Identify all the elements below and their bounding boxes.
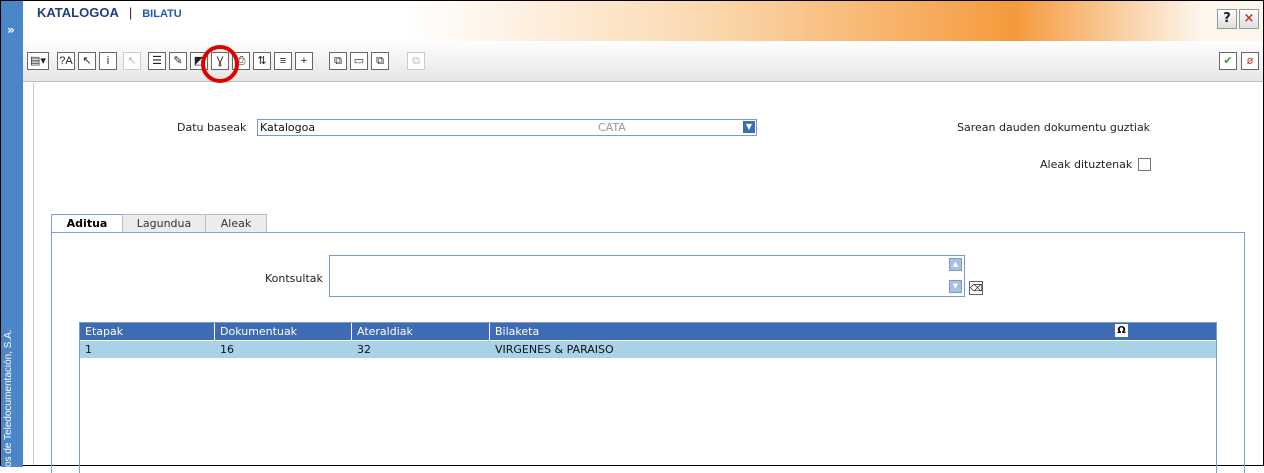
toolbar: ▤▾ ?A ↖ i ↖ ☰ ✎ ◩ Ɣ ⎙ ⇅ ≡ + ⧉ ▭ ⧉ ⧉ ✔ ø — [23, 41, 1263, 83]
close-button[interactable]: × — [1239, 9, 1259, 29]
sort-button[interactable]: ⇅ — [253, 52, 271, 70]
column-chooser-icon[interactable]: Ω — [1115, 324, 1128, 337]
add-button[interactable]: + — [295, 52, 313, 70]
table-header: Etapak Dokumentuak Ateraldiak Bilaketa Ω — [80, 323, 1216, 340]
vendor-text: os de Teledocumentación, S.A. — [3, 329, 14, 467]
col-etapak[interactable]: Etapak — [85, 325, 123, 338]
paste-button[interactable]: ⧉ — [371, 52, 389, 70]
annotation-circle — [201, 45, 239, 83]
app-window: » os de Teledocumentación, S.A. KATALOGO… — [0, 0, 1264, 473]
info-button[interactable]: i — [99, 52, 117, 70]
cell-etapak: 1 — [85, 343, 92, 356]
cancel-button[interactable]: ø — [1241, 52, 1259, 70]
title-separator: | — [128, 5, 133, 20]
pointer-button[interactable]: ↖ — [78, 52, 96, 70]
edit-button[interactable]: ✎ — [169, 52, 187, 70]
window-button[interactable]: ▭ — [350, 52, 368, 70]
scroll-down-icon[interactable]: ▼ — [949, 280, 962, 293]
clear-query-icon[interactable]: ⌫ — [969, 281, 983, 295]
chevron-down-icon[interactable]: ▼ — [743, 121, 755, 133]
select-button[interactable]: ↖ — [123, 52, 141, 70]
tab-aleak[interactable]: Aleak — [205, 214, 267, 233]
copy-button[interactable]: ⧉ — [329, 52, 347, 70]
window-title: KATALOGOA | BILATU — [37, 5, 182, 20]
view-options-button[interactable]: ▤▾ — [27, 52, 49, 70]
table-row[interactable]: 1 16 32 VIRGENES & PARAISO — [80, 341, 1216, 358]
database-select[interactable]: Katalogoa CATA ▼ — [257, 119, 757, 136]
aleak-checkbox[interactable] — [1138, 158, 1151, 171]
expand-panel-icon[interactable]: » — [7, 23, 15, 37]
col-ateraldiak[interactable]: Ateraldiak — [357, 325, 413, 338]
database-value: Katalogoa — [260, 121, 316, 134]
title-bar: KATALOGOA | BILATU ? × — [23, 1, 1263, 42]
app-title: KATALOGOA — [37, 5, 119, 20]
cell-dokumentuak: 16 — [220, 343, 234, 356]
list-button[interactable]: ☰ — [148, 52, 166, 70]
database-code: CATA — [598, 121, 626, 134]
query-textarea[interactable] — [329, 255, 965, 297]
tab-aditua[interactable]: Aditua — [51, 214, 123, 233]
col-dokumentuak[interactable]: Dokumentuak — [220, 325, 297, 338]
side-panel-strip: » os de Teledocumentación, S.A. — [1, 1, 23, 467]
results-button[interactable]: ≡ — [274, 52, 292, 70]
accept-button[interactable]: ✔ — [1219, 52, 1237, 70]
cell-bilaketa: VIRGENES & PARAISO — [495, 343, 614, 356]
aleak-label: Aleak dituztenak — [1040, 158, 1133, 171]
help-search-button[interactable]: ?A — [57, 52, 75, 70]
kontsultak-label: Kontsultak — [265, 272, 323, 285]
results-table: Etapak Dokumentuak Ateraldiak Bilaketa Ω… — [79, 322, 1217, 473]
help-button[interactable]: ? — [1217, 9, 1237, 29]
tab-lagundua[interactable]: Lagundua — [122, 214, 206, 233]
datu-label: Datu baseak — [177, 121, 247, 134]
scroll-up-icon[interactable]: ▲ — [949, 258, 962, 271]
col-bilaketa[interactable]: Bilaketa — [495, 325, 539, 338]
sarean-label: Sarean dauden dokumentu guztiak — [957, 121, 1151, 134]
page-subtitle: BILATU — [142, 8, 182, 20]
duplicate-button[interactable]: ⧉ — [407, 52, 425, 70]
cell-ateraldiak: 32 — [357, 343, 371, 356]
